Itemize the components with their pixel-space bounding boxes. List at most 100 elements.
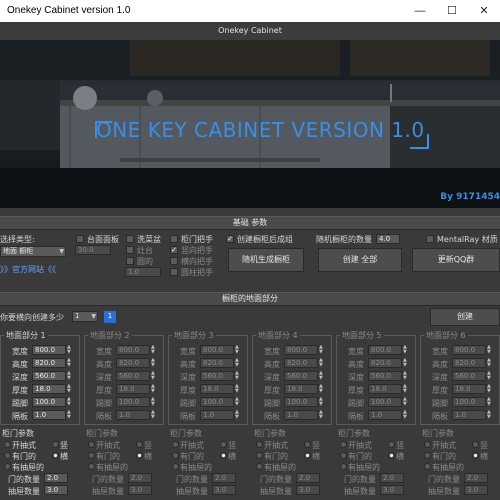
field-value[interactable]: 800.0 — [368, 345, 402, 355]
spinner-arrows-icon[interactable]: ▲ ▼ — [235, 371, 240, 381]
door-option-radio[interactable] — [304, 452, 311, 459]
basic-params-header[interactable]: 基础 参数 — [0, 216, 500, 230]
spinner-arrows-icon[interactable]: ▲ ▼ — [403, 358, 408, 368]
field-value[interactable]: 800.0 — [200, 345, 234, 355]
door-option-radio[interactable] — [304, 441, 311, 448]
spinner-arrows-icon[interactable]: ▲ ▼ — [487, 371, 492, 381]
count-value[interactable]: 2.0 — [128, 473, 152, 483]
spinner-arrows-icon[interactable]: ▲ ▼ — [487, 384, 492, 394]
spinner-arrows-icon[interactable]: ▲ ▼ — [235, 345, 240, 355]
spinner-arrows-icon[interactable]: ▲ ▼ — [235, 397, 240, 407]
field-value[interactable]: 18.0 — [200, 384, 234, 394]
field-value[interactable]: 100.0 — [200, 397, 234, 407]
spinner-arrows-icon[interactable]: ▲ ▼ — [151, 384, 156, 394]
create-after-checkbox[interactable]: ✓ — [226, 235, 234, 243]
spinner-arrows-icon[interactable]: ▲ ▼ — [67, 397, 72, 407]
door-option-radio[interactable] — [88, 441, 95, 448]
field-value[interactable]: 1.0 — [284, 410, 318, 420]
count-value[interactable]: 3.0 — [380, 485, 404, 495]
door-option-radio[interactable] — [4, 441, 11, 448]
door-option-radio[interactable] — [256, 463, 263, 470]
count-value[interactable]: 2.0 — [464, 473, 488, 483]
field-value[interactable]: 560.0 — [284, 371, 318, 381]
random-count-value[interactable]: 4.0 — [376, 234, 400, 244]
mentalray-checkbox[interactable] — [426, 235, 434, 243]
round-checkbox[interactable] — [126, 257, 134, 265]
spinner-arrows-icon[interactable]: ▲ ▼ — [319, 345, 324, 355]
spinner-arrows-icon[interactable]: ▲ ▼ — [67, 384, 72, 394]
field-value[interactable]: 100.0 — [116, 397, 150, 407]
door-option-radio[interactable] — [136, 452, 143, 459]
horizontal-handle-checkbox[interactable] — [170, 257, 178, 265]
close-icon[interactable]: ✕ — [468, 0, 500, 22]
field-value[interactable]: 820.0 — [200, 358, 234, 368]
field-value[interactable]: 820.0 — [32, 358, 66, 368]
stove-checkbox[interactable] — [126, 246, 134, 254]
field-value[interactable]: 18.0 — [452, 384, 486, 394]
wash-basin-checkbox[interactable] — [126, 235, 134, 243]
spinner-arrows-icon[interactable]: ▲ ▼ — [67, 371, 72, 381]
floor-section-header[interactable]: 橱柜的地面部分 — [0, 292, 500, 306]
door-option-radio[interactable] — [4, 452, 11, 459]
spinner-arrows-icon[interactable]: ▲ ▼ — [319, 397, 324, 407]
door-option-radio[interactable] — [172, 441, 179, 448]
field-value[interactable]: 100.0 — [32, 397, 66, 407]
spinner-arrows-icon[interactable]: ▲ ▼ — [403, 397, 408, 407]
vertical-handle-checkbox[interactable]: ✓ — [170, 246, 178, 254]
spinner-arrows-icon[interactable]: ▲ ▼ — [151, 410, 156, 420]
door-option-radio[interactable] — [172, 463, 179, 470]
door-option-radio[interactable] — [340, 452, 347, 459]
spinner-arrows-icon[interactable]: ▲ ▼ — [403, 410, 408, 420]
spinner-arrows-icon[interactable]: ▲ ▼ — [151, 358, 156, 368]
door-option-radio[interactable] — [4, 463, 11, 470]
spinner-arrows-icon[interactable]: ▲ ▼ — [67, 345, 72, 355]
field-value[interactable]: 800.0 — [284, 345, 318, 355]
type-select[interactable]: 地面 橱柜 ▼ — [0, 246, 66, 257]
field-value[interactable]: 18.0 — [32, 384, 66, 394]
field-value[interactable]: 100.0 — [284, 397, 318, 407]
spinner-arrows-icon[interactable]: ▲ ▼ — [235, 410, 240, 420]
count-value[interactable]: 2.0 — [212, 473, 236, 483]
create-all-button[interactable]: 创建 全部 — [318, 248, 402, 272]
field-value[interactable]: 1.0 — [116, 410, 150, 420]
count-value[interactable]: 2.0 — [296, 473, 320, 483]
field-value[interactable]: 100.0 — [452, 397, 486, 407]
door-option-radio[interactable] — [136, 441, 143, 448]
field-value[interactable]: 800.0 — [32, 345, 66, 355]
door-option-radio[interactable] — [472, 452, 479, 459]
spinner-arrows-icon[interactable]: ▲ ▼ — [487, 358, 492, 368]
countertop-checkbox[interactable] — [76, 235, 84, 243]
field-value[interactable]: 800.0 — [116, 345, 150, 355]
spinner-arrows-icon[interactable]: ▲ ▼ — [487, 345, 492, 355]
door-option-radio[interactable] — [340, 441, 347, 448]
count-value[interactable]: 3.0 — [128, 485, 152, 495]
field-value[interactable]: 560.0 — [200, 371, 234, 381]
field-value[interactable]: 560.0 — [116, 371, 150, 381]
count-value[interactable]: 2.0 — [380, 473, 404, 483]
spinner-arrows-icon[interactable]: ▲ ▼ — [319, 371, 324, 381]
door-option-radio[interactable] — [220, 452, 227, 459]
field-value[interactable]: 820.0 — [284, 358, 318, 368]
round-value[interactable]: 1.0 — [125, 267, 161, 277]
count-value[interactable]: 3.0 — [296, 485, 320, 495]
field-value[interactable]: 1.0 — [452, 410, 486, 420]
field-value[interactable]: 820.0 — [368, 358, 402, 368]
spinner-arrows-icon[interactable]: ▲ ▼ — [403, 371, 408, 381]
field-value[interactable]: 560.0 — [32, 371, 66, 381]
minimize-icon[interactable]: — — [404, 0, 436, 22]
door-option-radio[interactable] — [220, 441, 227, 448]
door-option-radio[interactable] — [172, 452, 179, 459]
spinner-arrows-icon[interactable]: ▲ ▼ — [403, 384, 408, 394]
spinner-arrows-icon[interactable]: ▲ ▼ — [151, 371, 156, 381]
spinner-arrows-icon[interactable]: ▲ ▼ — [487, 410, 492, 420]
door-option-radio[interactable] — [424, 463, 431, 470]
random-generate-button[interactable]: 随机生成橱柜 — [228, 248, 304, 272]
field-value[interactable]: 1.0 — [200, 410, 234, 420]
field-value[interactable]: 100.0 — [368, 397, 402, 407]
count-value[interactable]: 2.0 — [44, 473, 68, 483]
door-option-radio[interactable] — [88, 452, 95, 459]
update-qq-button[interactable]: 更新QQ群 — [412, 248, 500, 272]
website-link[interactable]: 》》官方网站《《 — [0, 264, 56, 275]
door-option-radio[interactable] — [424, 441, 431, 448]
spinner-arrows-icon[interactable]: ▲ ▼ — [151, 345, 156, 355]
